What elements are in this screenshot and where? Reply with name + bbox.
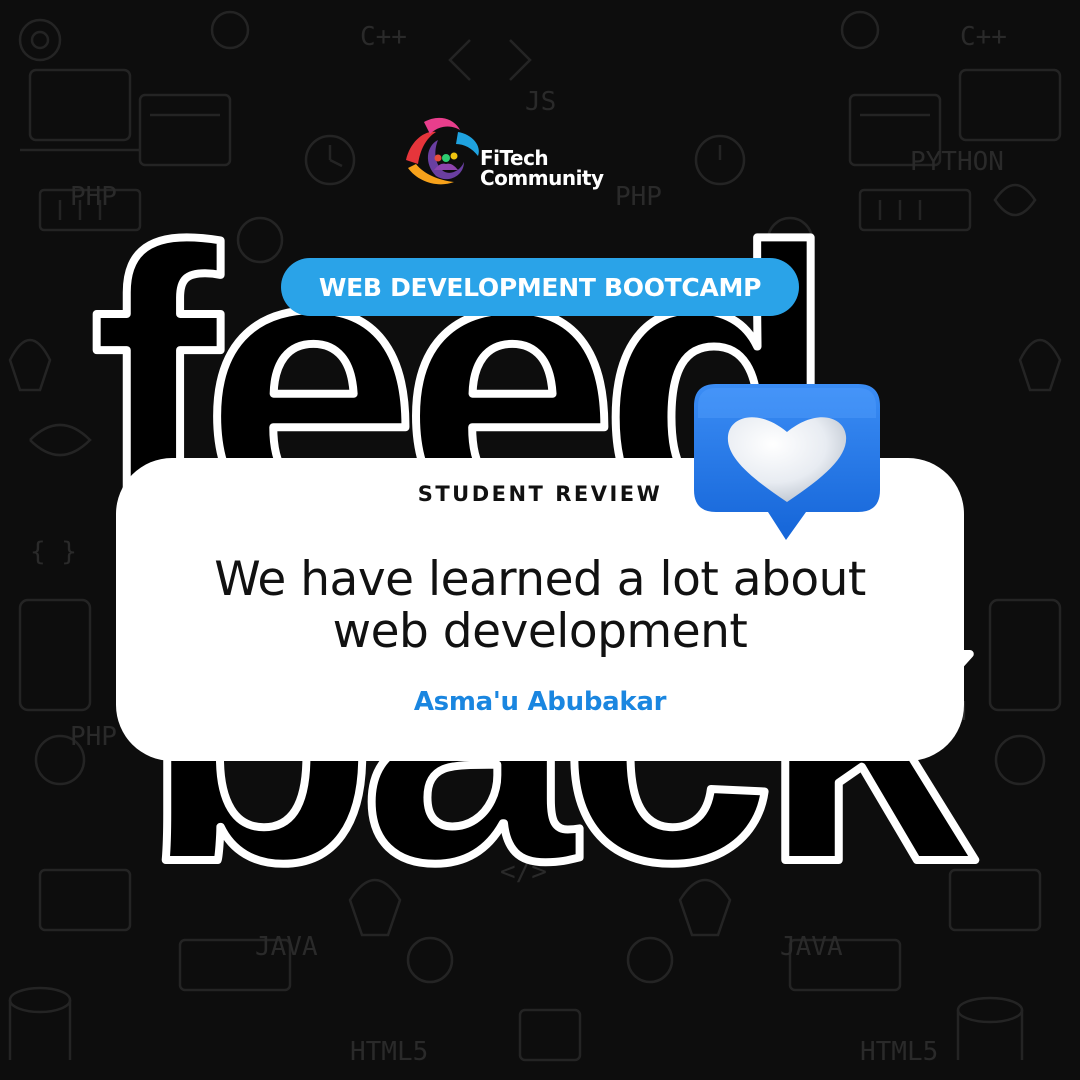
logo-line-1: FiTech: [480, 146, 549, 170]
bootcamp-banner: WEB DEVELOPMENT BOOTCAMP: [281, 258, 799, 316]
bootcamp-banner-label: WEB DEVELOPMENT BOOTCAMP: [318, 272, 762, 302]
heart-like-icon: [694, 384, 880, 540]
logo-wordmark: FiTech Community: [480, 148, 604, 188]
fitech-logo-icon: [406, 117, 479, 185]
feedback-post: C++ C++ JS PHP PHP PYTHON HTML5 HTML5 JA…: [0, 0, 1080, 1080]
review-quote-line-2: web development: [332, 604, 748, 659]
review-author: Asma'u Abubakar: [413, 687, 667, 717]
fitech-logo[interactable]: FiTech Community: [398, 112, 648, 192]
logo-line-2: Community: [480, 166, 604, 190]
review-quote: We have learned a lot about web developm…: [156, 554, 924, 658]
review-quote-line-1: We have learned a lot about: [214, 552, 866, 607]
